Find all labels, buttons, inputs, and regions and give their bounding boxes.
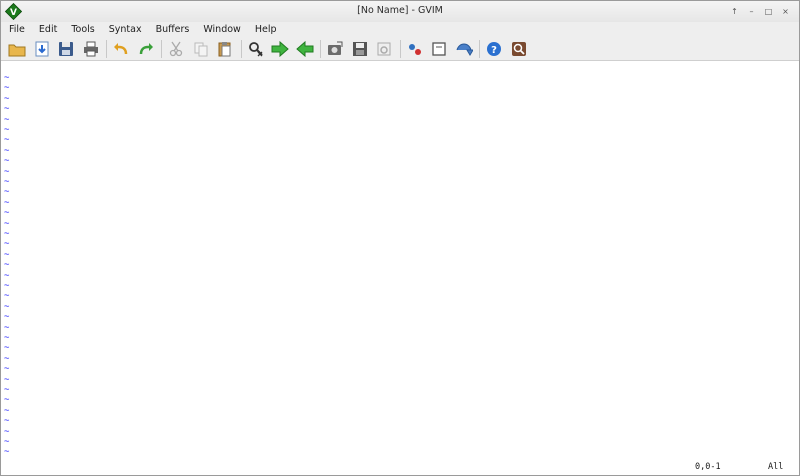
- empty-line-marker: ~: [4, 416, 10, 427]
- find-previous-icon[interactable]: [295, 39, 315, 59]
- find-replace-icon[interactable]: [246, 39, 266, 59]
- empty-line-marker: ~: [4, 249, 10, 260]
- minimize-button[interactable]: –: [746, 6, 757, 17]
- empty-line-marker: ~: [4, 426, 10, 437]
- help-icon[interactable]: ?: [484, 39, 504, 59]
- empty-line-marker: ~: [4, 135, 10, 146]
- open-folder-icon[interactable]: [7, 39, 27, 59]
- make-icon[interactable]: [405, 39, 425, 59]
- menu-file[interactable]: File: [9, 22, 25, 37]
- status-line: 0,0-1 All: [1, 459, 799, 475]
- empty-line-marker: ~: [4, 405, 10, 416]
- text-editor-area[interactable]: ~ ~ ~ ~ ~ ~ ~ ~ ~ ~ ~ ~ ~ ~ ~ ~ ~ ~ ~ ~ ~ ~ ~ ~ ~ ~ ~ ~ ~ ~ ~ ~ ~ ~ ~ ~ ~: [1, 63, 799, 459]
- empty-line-marker: ~: [4, 301, 10, 312]
- empty-line-marker: ~: [4, 208, 10, 219]
- empty-line-marker: ~: [4, 114, 10, 125]
- scroll-indicator: All: [768, 462, 784, 472]
- menu-bar: File Edit Tools Syntax Buffers Window He…: [1, 22, 799, 37]
- empty-line-marker: ~: [4, 291, 10, 302]
- empty-line-marker: ~: [4, 166, 10, 177]
- empty-line-marker: ~: [4, 312, 10, 323]
- window-title: [No Name] - GVIM: [357, 5, 443, 16]
- gvim-window: V [No Name] - GVIM ↑ – □ × File Edit Too…: [0, 0, 800, 476]
- empty-line-marker: ~: [4, 437, 10, 447]
- empty-line-marker: ~: [4, 385, 10, 395]
- shell-icon[interactable]: [429, 39, 449, 59]
- close-button[interactable]: ×: [780, 6, 791, 17]
- menu-buffers[interactable]: Buffers: [156, 22, 190, 37]
- empty-line-marker: ~: [4, 229, 10, 239]
- toolbar-separator: [479, 39, 480, 58]
- cut-icon[interactable]: [166, 39, 186, 59]
- copy-icon[interactable]: [191, 39, 211, 59]
- menu-window[interactable]: Window: [203, 22, 240, 37]
- run-script-icon[interactable]: [374, 39, 394, 59]
- save-down-arrow-icon[interactable]: [32, 39, 52, 59]
- maximize-button[interactable]: □: [763, 6, 774, 17]
- run-ctags-icon[interactable]: [454, 39, 474, 59]
- paste-icon[interactable]: [215, 39, 235, 59]
- empty-line-marker: ~: [4, 333, 10, 343]
- empty-line-marker: ~: [4, 270, 10, 281]
- empty-line-marker: ~: [4, 218, 10, 229]
- find-next-icon[interactable]: [270, 39, 290, 59]
- empty-line-marker: ~: [4, 395, 10, 406]
- empty-line-marker: ~: [4, 353, 10, 364]
- toolbar-separator: [320, 39, 321, 58]
- empty-line-marker: ~: [4, 145, 10, 156]
- window-controls: ↑ – □ ×: [729, 6, 791, 18]
- empty-line-marker: ~: [4, 239, 10, 250]
- empty-line-marker: ~: [4, 322, 10, 333]
- title-bar[interactable]: V [No Name] - GVIM ↑ – □ ×: [1, 1, 799, 23]
- keep-above-button[interactable]: ↑: [729, 6, 740, 17]
- cursor-position: 0,0-1: [695, 462, 721, 472]
- empty-line-marker: ~: [4, 447, 10, 458]
- empty-line-marker: ~: [4, 104, 10, 115]
- empty-line-marker: ~: [4, 281, 10, 291]
- toolbar-separator: [240, 39, 242, 58]
- toolbar-separator: [106, 39, 107, 58]
- svg-text:?: ?: [491, 45, 497, 56]
- print-icon[interactable]: [81, 39, 101, 59]
- undo-icon[interactable]: [111, 39, 131, 59]
- save-session-icon[interactable]: [350, 39, 370, 59]
- empty-line-marker: ~: [4, 260, 10, 271]
- load-session-icon[interactable]: [325, 39, 345, 59]
- empty-line-marker: ~: [4, 197, 10, 208]
- empty-line-marker: ~: [4, 187, 10, 198]
- empty-line-marker: ~: [4, 93, 10, 104]
- find-help-icon[interactable]: [509, 39, 529, 59]
- save-disk-icon[interactable]: [56, 39, 76, 59]
- empty-line-marker: ~: [4, 343, 10, 354]
- menu-tools[interactable]: Tools: [71, 22, 94, 37]
- empty-line-marker: ~: [4, 156, 10, 167]
- empty-line-marker: ~: [4, 83, 10, 94]
- toolbar-separator: [399, 39, 401, 58]
- empty-line-marker: ~: [4, 374, 10, 385]
- empty-line-marker: ~: [4, 177, 10, 187]
- empty-line-marker: ~: [4, 364, 10, 375]
- redo-icon[interactable]: [136, 39, 156, 59]
- toolbar: ?: [1, 37, 799, 61]
- menu-syntax[interactable]: Syntax: [109, 22, 142, 37]
- menu-help[interactable]: Help: [255, 22, 277, 37]
- toolbar-separator: [161, 39, 162, 58]
- empty-line-marker: ~: [4, 125, 10, 135]
- menu-edit[interactable]: Edit: [39, 22, 57, 37]
- empty-line-marker: ~: [4, 73, 10, 83]
